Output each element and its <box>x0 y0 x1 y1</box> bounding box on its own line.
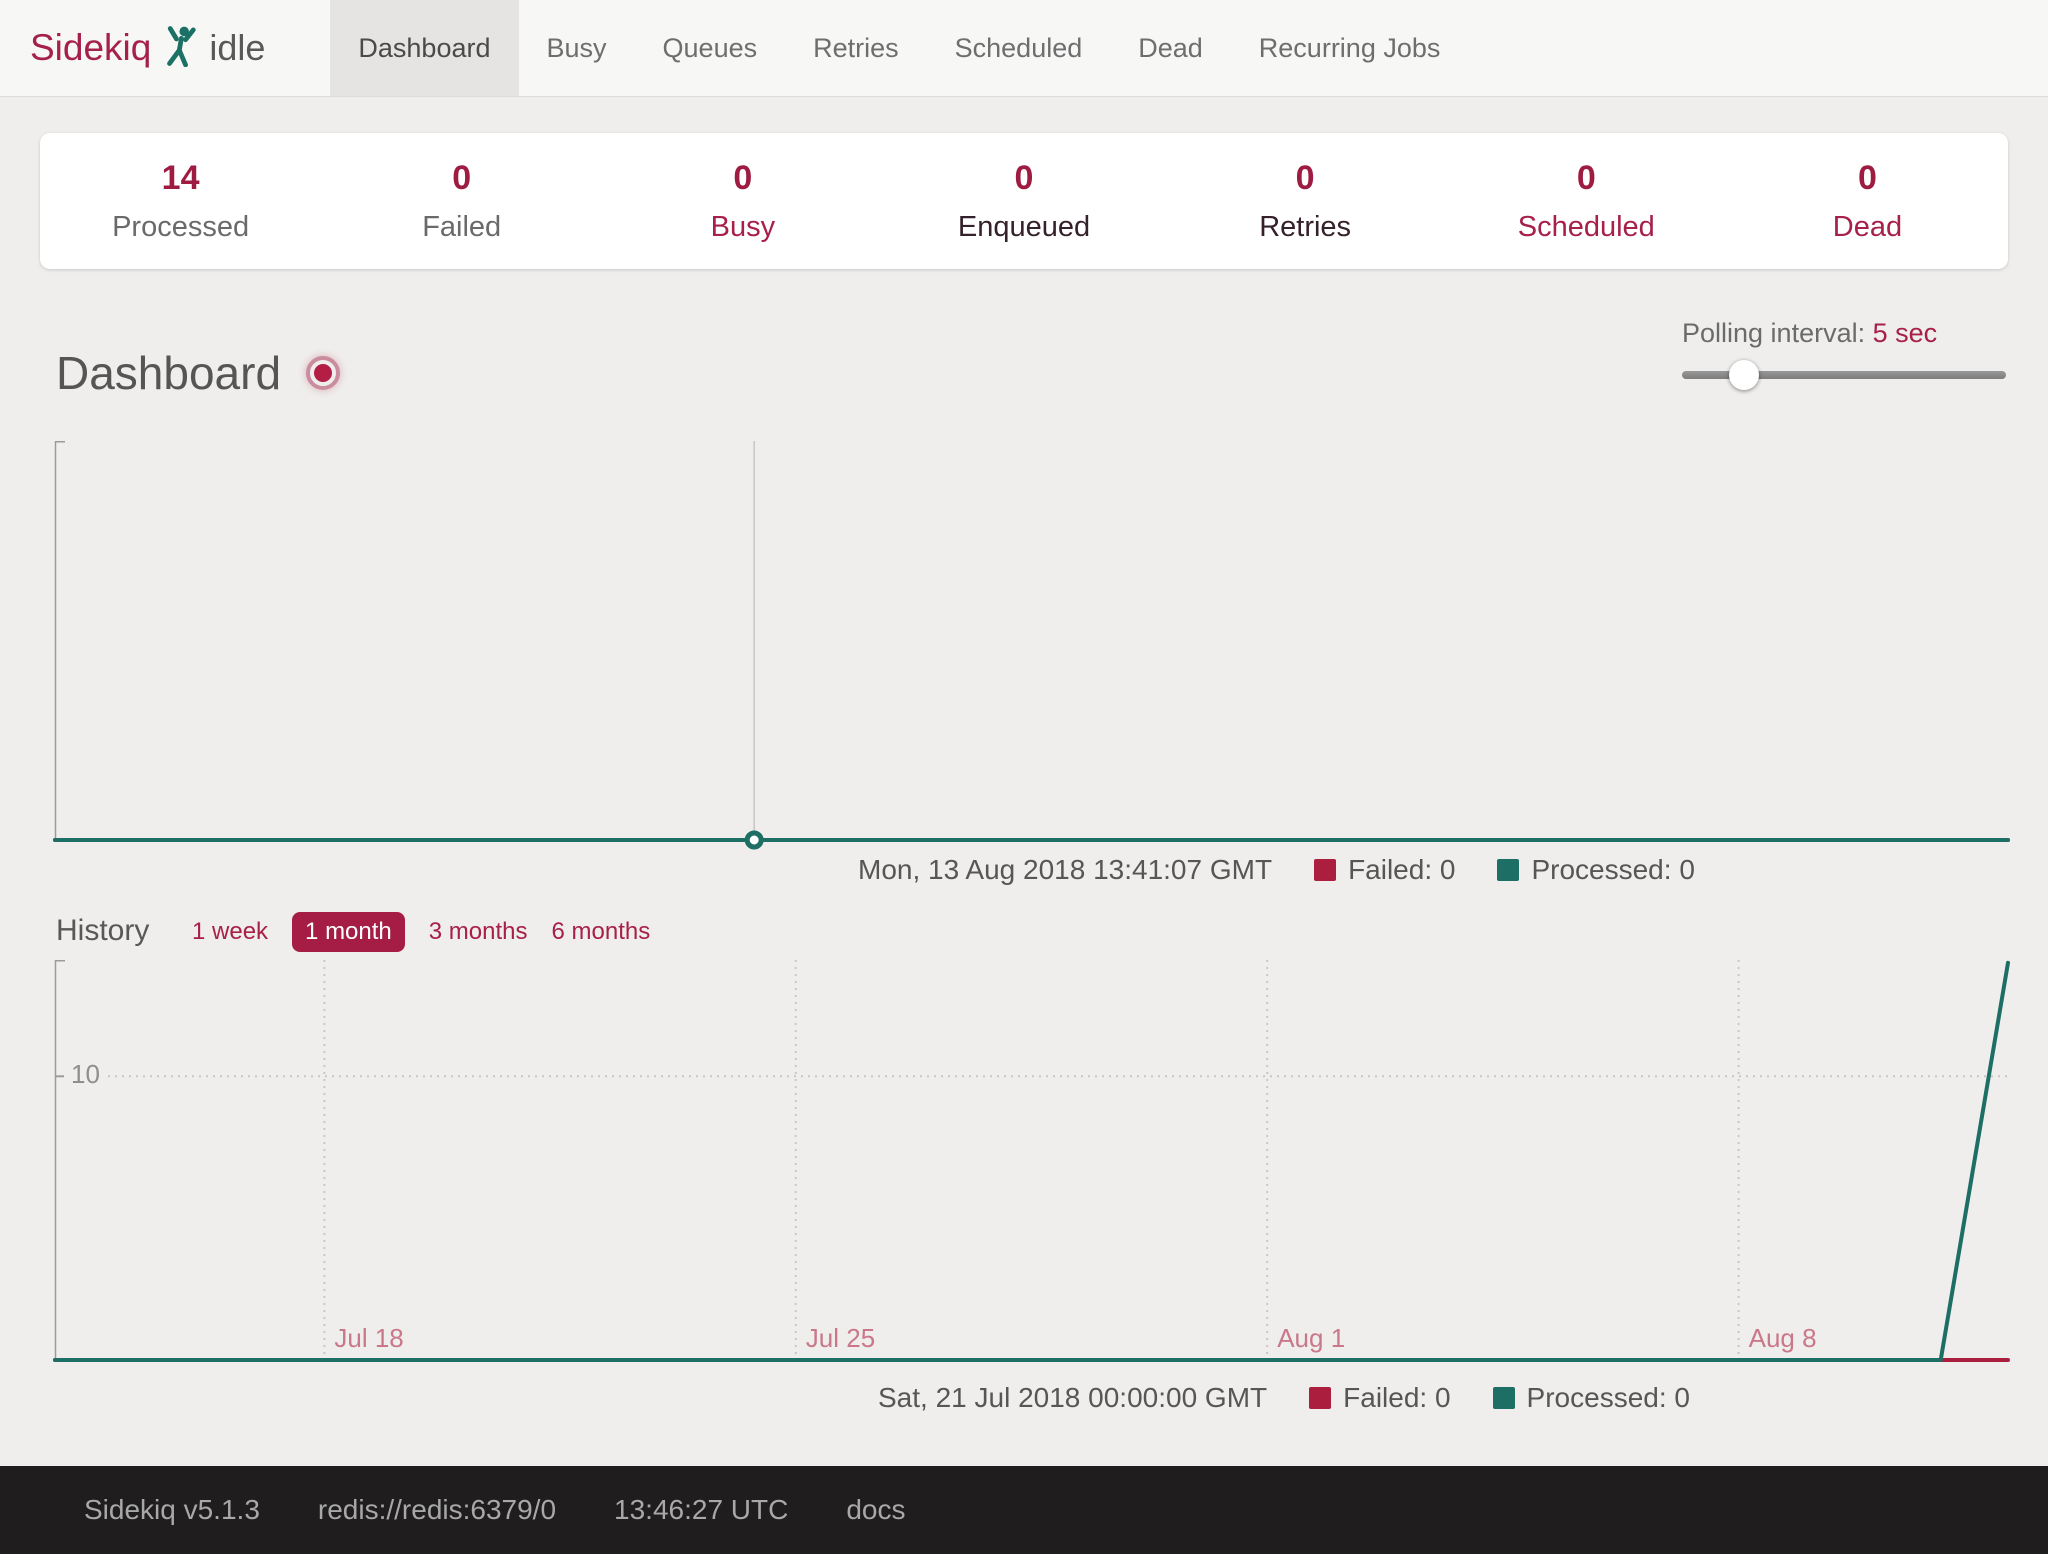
realtime-legend: Mon, 13 Aug 2018 13:41:07 GMT Failed: 0 Pr… <box>858 854 1695 886</box>
footer-redis-url: redis://redis:6379/0 <box>318 1494 556 1526</box>
stat-value: 0 <box>1446 161 1727 195</box>
legend-date: Mon, 13 Aug 2018 13:41:07 GMT <box>858 854 1272 886</box>
tab-retries[interactable]: Retries <box>785 0 927 96</box>
stat-scheduled: 0 Scheduled <box>1446 133 1727 269</box>
realtime-chart <box>55 441 2008 842</box>
tab-busy[interactable]: Busy <box>519 0 635 96</box>
polling-control: Polling interval: 5 sec <box>1682 318 2006 379</box>
tab-scheduled[interactable]: Scheduled <box>927 0 1111 96</box>
range-1-week[interactable]: 1 week <box>192 912 268 952</box>
stats-card: 14Processed0Failed0Busy0Enqueued0Retries… <box>40 133 2008 269</box>
footer: Sidekiq v5.1.3 redis://redis:6379/0 13:4… <box>0 1466 2048 1554</box>
live-poll-beacon[interactable] <box>306 356 340 390</box>
stat-value: 0 <box>1727 161 2008 195</box>
stat-processed: 14 Processed <box>40 133 321 269</box>
top-navbar: Sidekiq idle DashboardBusyQueuesRetriesS… <box>0 0 2048 97</box>
stat-value: 14 <box>40 161 321 195</box>
tab-recurring-jobs[interactable]: Recurring Jobs <box>1231 0 1469 96</box>
footer-time: 13:46:27 UTC <box>614 1494 788 1526</box>
tab-dead[interactable]: Dead <box>1110 0 1231 96</box>
tab-dashboard[interactable]: Dashboard <box>330 0 518 96</box>
footer-docs-link[interactable]: docs <box>846 1494 905 1526</box>
stat-enqueued: 0 Enqueued <box>883 133 1164 269</box>
range-6-months[interactable]: 6 months <box>551 912 650 952</box>
stat-dead: 0 Dead <box>1727 133 2008 269</box>
stat-value: 0 <box>883 161 1164 195</box>
stat-label[interactable]: Retries <box>1165 211 1446 244</box>
footer-version: Sidekiq v5.1.3 <box>84 1494 260 1526</box>
polling-label: Polling interval: <box>1682 318 1865 348</box>
legend-label-processed: Processed: 0 <box>1527 1382 1690 1414</box>
legend-label-processed: Processed: 0 <box>1531 854 1694 886</box>
legend-date: Sat, 21 Jul 2018 00:00:00 GMT <box>878 1382 1267 1414</box>
history-legend: Sat, 21 Jul 2018 00:00:00 GMT Failed: 0 Pr… <box>878 1382 1690 1414</box>
legend-label-failed: Failed: 0 <box>1348 854 1455 886</box>
range-1-month[interactable]: 1 month <box>292 912 405 952</box>
stat-label[interactable]: Busy <box>602 211 883 244</box>
history-chart: Jul 18Jul 25Aug 1Aug 810 <box>55 960 2008 1362</box>
stat-label[interactable]: Dead <box>1727 211 2008 244</box>
legend-swatch-failed <box>1314 859 1336 881</box>
legend-swatch-processed <box>1497 859 1519 881</box>
polling-value-link[interactable]: 5 sec <box>1873 318 1938 348</box>
stat-label: Processed <box>40 211 321 244</box>
legend-swatch-failed <box>1309 1387 1331 1409</box>
history-ranges: 1 week 1 month 3 months 6 months <box>192 912 650 952</box>
stat-value: 0 <box>1165 161 1446 195</box>
stat-label: Failed <box>321 211 602 244</box>
stat-failed: 0 Failed <box>321 133 602 269</box>
brand[interactable]: Sidekiq idle <box>0 0 265 96</box>
polling-text: Polling interval: 5 sec <box>1682 318 2006 349</box>
legend-swatch-processed <box>1493 1387 1515 1409</box>
stat-retries: 0 Retries <box>1165 133 1446 269</box>
live-poll-beacon-dot <box>314 364 332 382</box>
stat-label[interactable]: Scheduled <box>1446 211 1727 244</box>
range-3-months[interactable]: 3 months <box>429 912 528 952</box>
legend-label-failed: Failed: 0 <box>1343 1382 1450 1414</box>
tab-queues[interactable]: Queues <box>635 0 786 96</box>
brand-name[interactable]: Sidekiq <box>30 27 151 69</box>
sidekiq-logo-icon <box>163 25 197 72</box>
stat-busy: 0 Busy <box>602 133 883 269</box>
history-title: History <box>56 914 149 948</box>
stat-value: 0 <box>321 161 602 195</box>
sidekiq-dashboard-page: Sidekiq idle DashboardBusyQueuesRetriesS… <box>0 0 2048 1554</box>
stat-label[interactable]: Enqueued <box>883 211 1164 244</box>
page-title: Dashboard <box>56 346 281 400</box>
stat-value: 0 <box>602 161 883 195</box>
nav-tabs: DashboardBusyQueuesRetriesScheduledDeadR… <box>330 0 1468 96</box>
polling-slider-thumb[interactable] <box>1729 360 1759 390</box>
status-text: idle <box>209 27 265 69</box>
polling-slider[interactable] <box>1682 371 2006 379</box>
